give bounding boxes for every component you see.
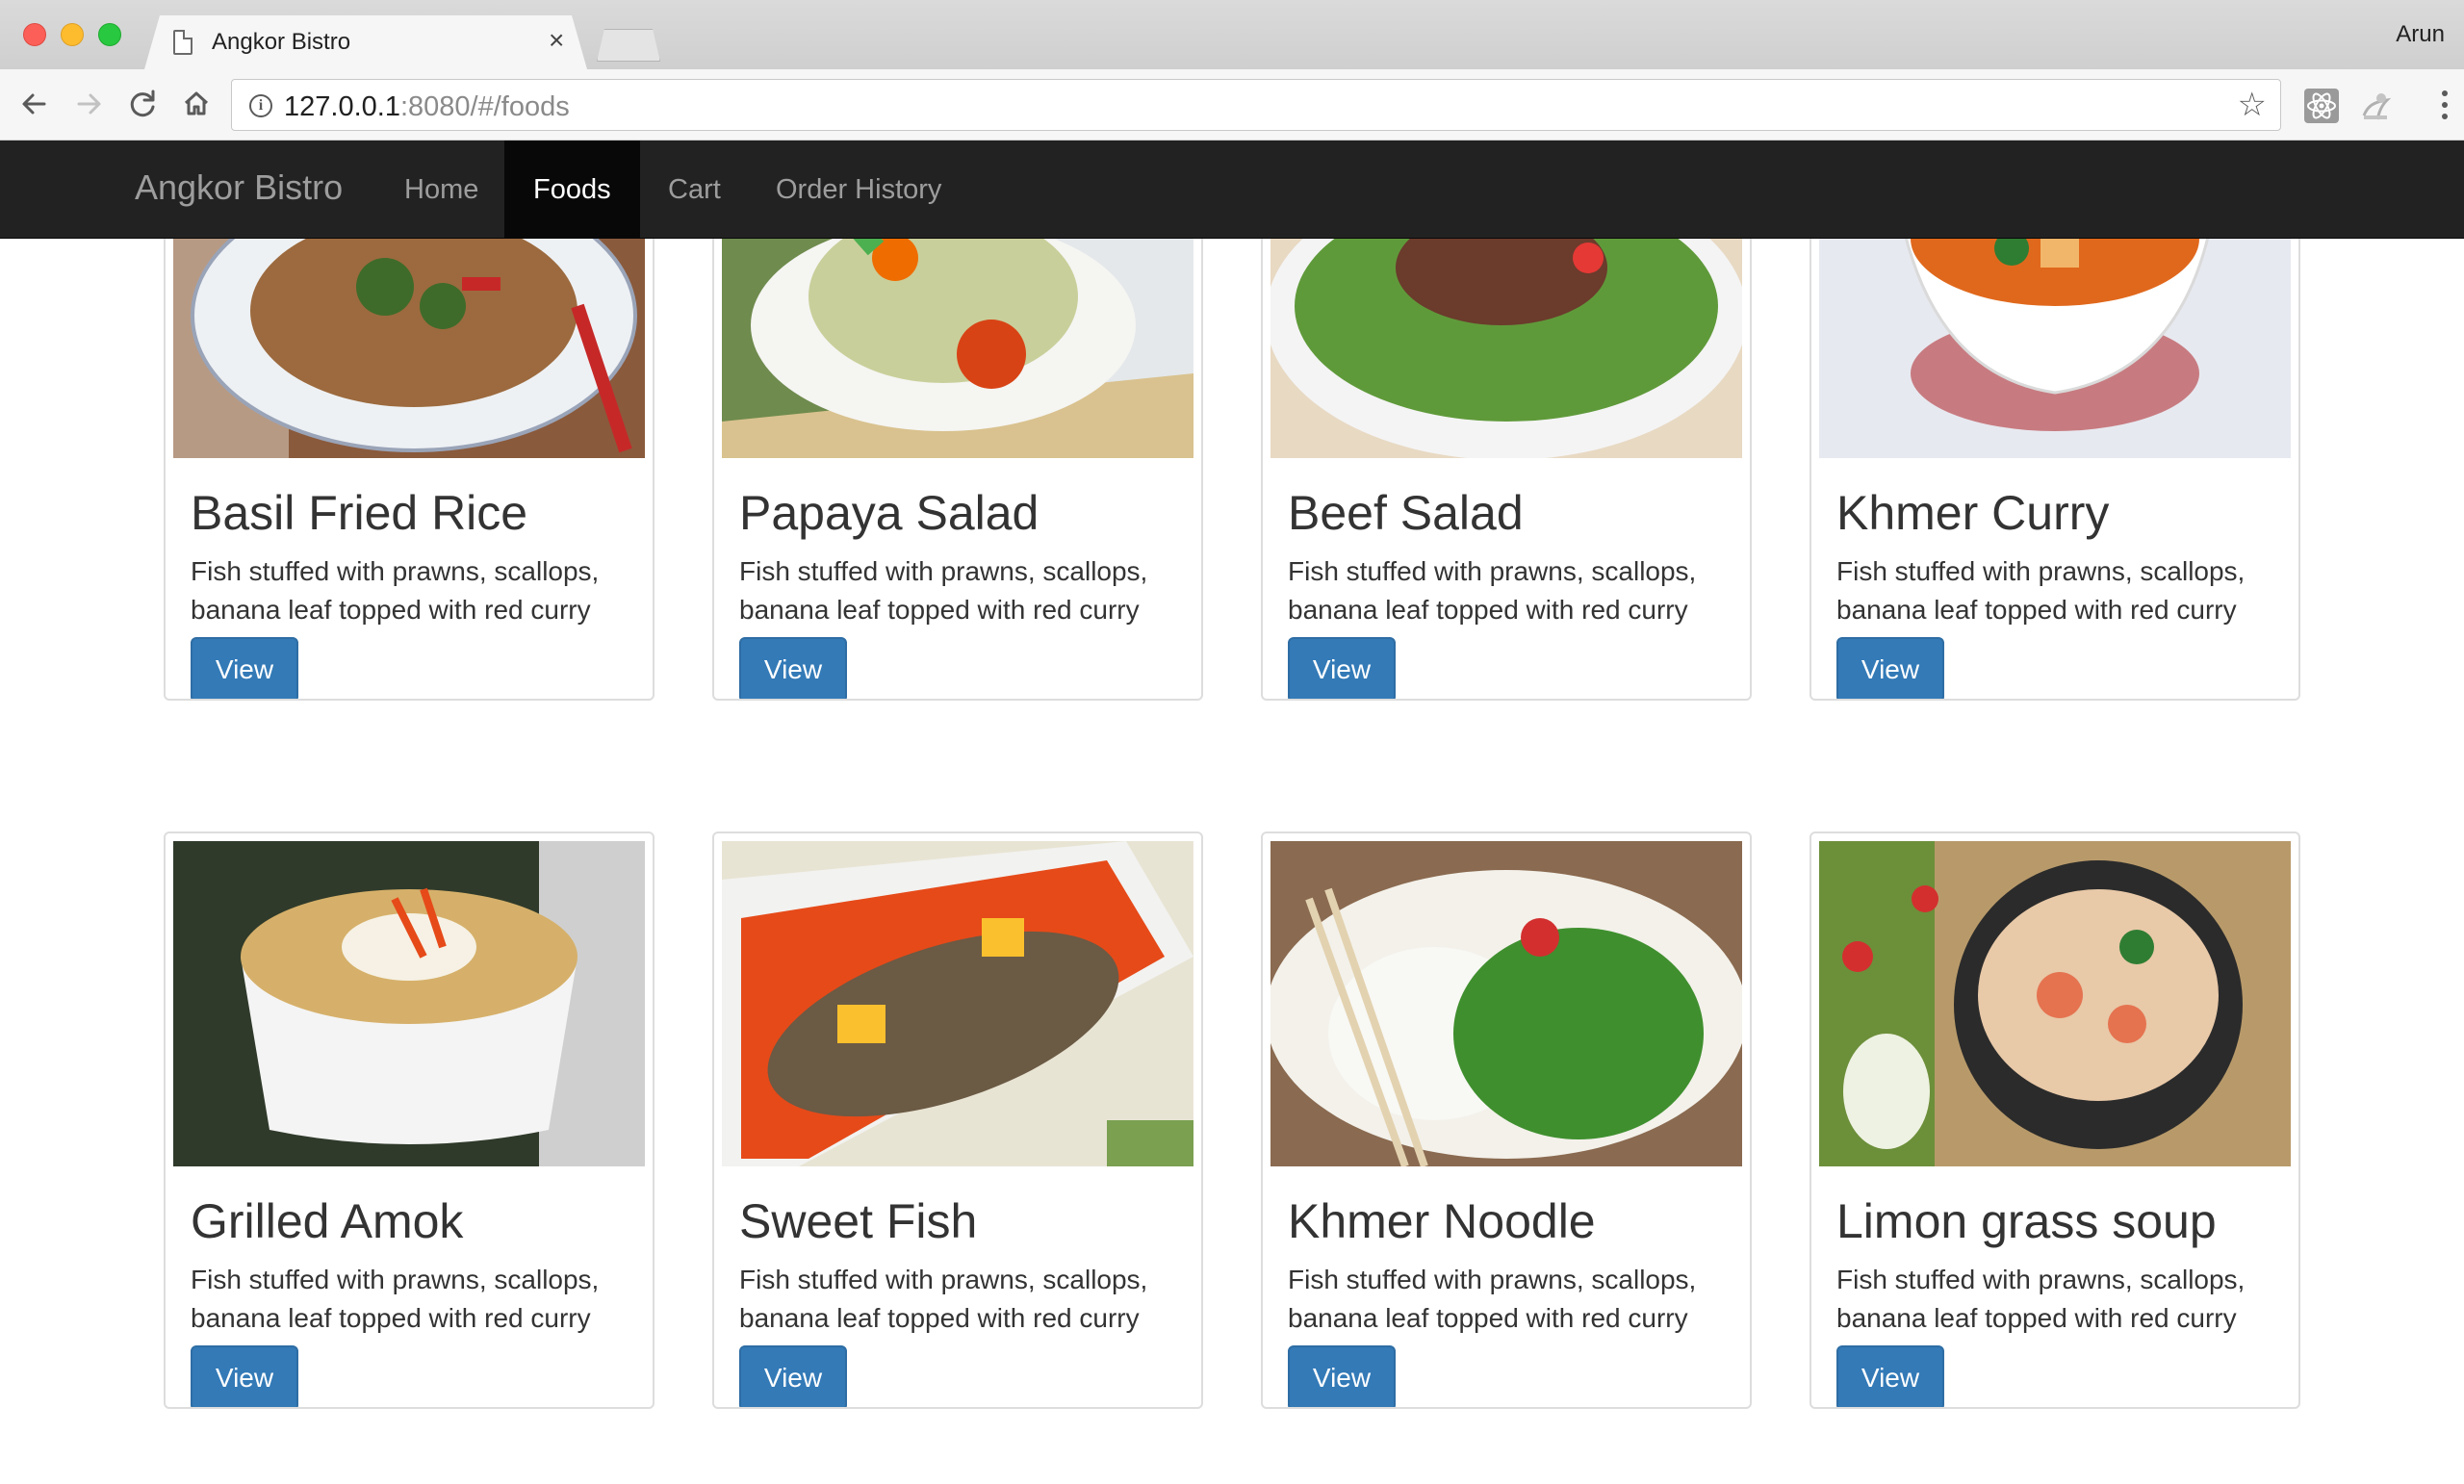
food-title: Sweet Fish [739, 1194, 978, 1248]
food-image [1270, 841, 1742, 1166]
address-bar[interactable]: i 127.0.0.1:8080/#/foods ☆ [231, 79, 2281, 131]
food-title: Basil Fried Rice [191, 486, 528, 540]
nav-order-history[interactable]: Order History [747, 141, 970, 239]
site-info-icon[interactable]: i [249, 94, 272, 117]
forward-arrow-icon[interactable] [67, 83, 110, 125]
close-window-button[interactable] [23, 23, 46, 46]
food-description: Fish stuffed with prawns, scallops, bana… [739, 556, 1148, 625]
close-tab-icon[interactable]: × [549, 25, 564, 56]
food-card: Sweet Fish Fish stuffed with prawns, sca… [712, 832, 1203, 1409]
food-title: Papaya Salad [739, 486, 1040, 540]
tab-title: Angkor Bistro [212, 29, 351, 55]
food-title: Khmer Curry [1836, 486, 2110, 540]
browser-toolbar: i 127.0.0.1:8080/#/foods ☆ [0, 69, 2464, 141]
view-button[interactable]: View [191, 1345, 298, 1407]
browser-tab-bar: Angkor Bistro × Arun [0, 0, 2464, 69]
navbar-brand[interactable]: Angkor Bistro [135, 167, 343, 208]
view-button[interactable]: View [191, 637, 298, 699]
food-description: Fish stuffed with prawns, scallops, bana… [1836, 1265, 2246, 1333]
nav-home[interactable]: Home [375, 141, 507, 239]
url-text: 127.0.0.1:8080/#/foods [284, 91, 570, 122]
food-title: Beef Salad [1288, 486, 1524, 540]
food-title: Grilled Amok [191, 1194, 464, 1248]
extension-icon[interactable] [2356, 87, 2395, 125]
food-image [173, 841, 645, 1166]
nav-cart[interactable]: Cart [639, 141, 750, 239]
view-button[interactable]: View [1836, 637, 1944, 699]
food-description: Fish stuffed with prawns, scallops, bana… [1836, 556, 2246, 625]
food-image [722, 841, 1194, 1166]
food-card: Limon grass soup Fish stuffed with prawn… [1810, 832, 2300, 1409]
browser-tab-active[interactable]: Angkor Bistro × [144, 15, 587, 69]
zoom-window-button[interactable] [98, 23, 121, 46]
food-description: Fish stuffed with prawns, scallops, bana… [191, 556, 600, 625]
food-description: Fish stuffed with prawns, scallops, bana… [739, 1265, 1148, 1333]
view-button[interactable]: View [739, 637, 847, 699]
bookmark-star-icon[interactable]: ☆ [2238, 88, 2267, 122]
food-card: Grilled Amok Fish stuffed with prawns, s… [164, 832, 654, 1409]
food-description: Fish stuffed with prawns, scallops, bana… [191, 1265, 600, 1333]
view-button[interactable]: View [1288, 1345, 1396, 1407]
food-title: Limon grass soup [1836, 1194, 2217, 1248]
nav-foods[interactable]: Foods [504, 141, 640, 239]
food-image [1819, 841, 2291, 1166]
profile-name[interactable]: Arun [2396, 21, 2445, 48]
view-button[interactable]: View [1836, 1345, 1944, 1407]
view-button[interactable]: View [739, 1345, 847, 1407]
browser-menu-icon[interactable] [2439, 87, 2451, 125]
page-icon [173, 30, 192, 55]
food-description: Fish stuffed with prawns, scallops, bana… [1288, 556, 1697, 625]
food-description: Fish stuffed with prawns, scallops, bana… [1288, 1265, 1697, 1333]
site-navbar: Angkor Bistro Home Foods Cart Order Hist… [0, 141, 2464, 239]
home-icon[interactable] [175, 83, 218, 125]
new-tab-button[interactable] [597, 29, 660, 62]
food-title: Khmer Noodle [1288, 1194, 1596, 1248]
page-viewport: Angkor Bistro Home Foods Cart Order Hist… [0, 141, 2464, 1484]
react-devtools-icon[interactable] [2302, 87, 2341, 125]
view-button[interactable]: View [1288, 637, 1396, 699]
minimize-window-button[interactable] [61, 23, 84, 46]
back-arrow-icon[interactable] [13, 83, 56, 125]
food-card: Khmer Noodle Fish stuffed with prawns, s… [1261, 832, 1752, 1409]
reload-icon[interactable] [121, 83, 164, 125]
